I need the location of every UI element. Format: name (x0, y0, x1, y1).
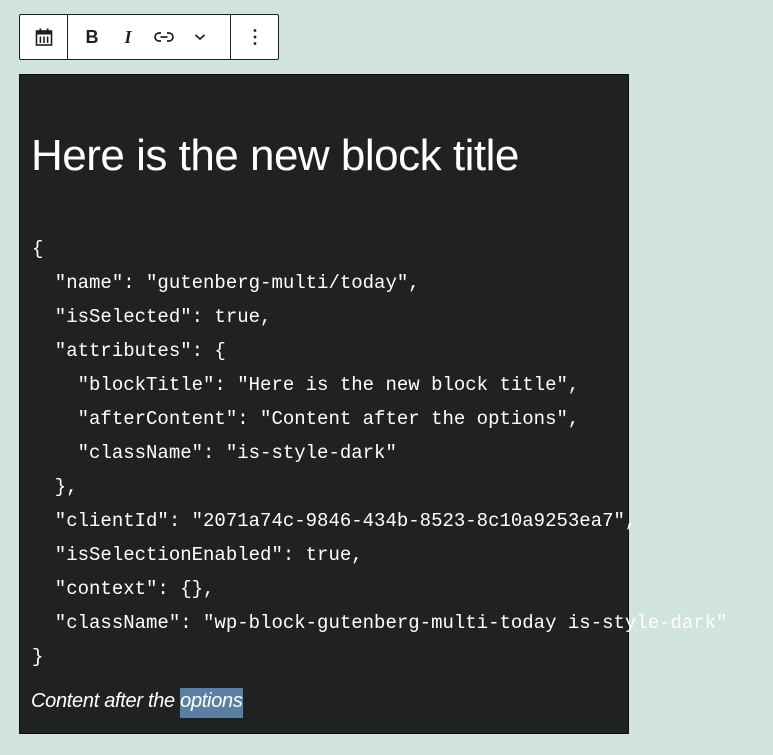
text-selection[interactable]: options (180, 688, 243, 718)
code-line: } (32, 646, 44, 668)
code-line: "name": "gutenberg-multi/today", (32, 272, 420, 294)
code-line: "blockTitle": "Here is the new block tit… (32, 374, 580, 396)
bold-button[interactable]: B (74, 15, 110, 59)
options-button[interactable] (231, 15, 278, 59)
after-content-text[interactable]: Content after the options (31, 688, 243, 718)
code-line: "className": "is-style-dark" (32, 442, 397, 464)
bold-icon: B (85, 26, 99, 47)
more-formatting-button[interactable] (182, 15, 218, 59)
code-line: { (32, 238, 44, 260)
code-line: "clientId": "2071a74c-9846-434b-8523-8c1… (32, 510, 637, 532)
toolbar-group-options (230, 15, 278, 59)
toolbar-group-formatting: B I (67, 15, 230, 59)
today-block[interactable]: Here is the new block title { "name": "g… (19, 74, 728, 734)
code-line: "context": {}, (32, 578, 215, 600)
italic-icon: I (124, 26, 132, 47)
code-line: "afterContent": "Content after the optio… (32, 408, 580, 430)
code-line: "isSelectionEnabled": true, (32, 544, 363, 566)
block-type-button[interactable] (20, 15, 67, 59)
after-content-unselected: Content after the (31, 690, 181, 712)
italic-button[interactable]: I (110, 15, 146, 59)
code-line: }, (32, 476, 78, 498)
toolbar-group-block-type (20, 15, 67, 59)
code-line: "attributes": { (32, 340, 226, 362)
block-toolbar: B I (19, 14, 279, 60)
link-button[interactable] (146, 15, 182, 59)
block-props-code: { "name": "gutenberg-multi/today", "isSe… (32, 232, 728, 674)
link-icon (154, 32, 174, 42)
code-line: "className": "wp-block-gutenberg-multi-t… (32, 612, 728, 634)
block-title[interactable]: Here is the new block title (31, 130, 519, 183)
more-vertical-icon (253, 29, 256, 45)
chevron-down-icon (194, 34, 206, 41)
calendar-icon (35, 28, 52, 46)
code-line: "isSelected": true, (32, 306, 272, 328)
